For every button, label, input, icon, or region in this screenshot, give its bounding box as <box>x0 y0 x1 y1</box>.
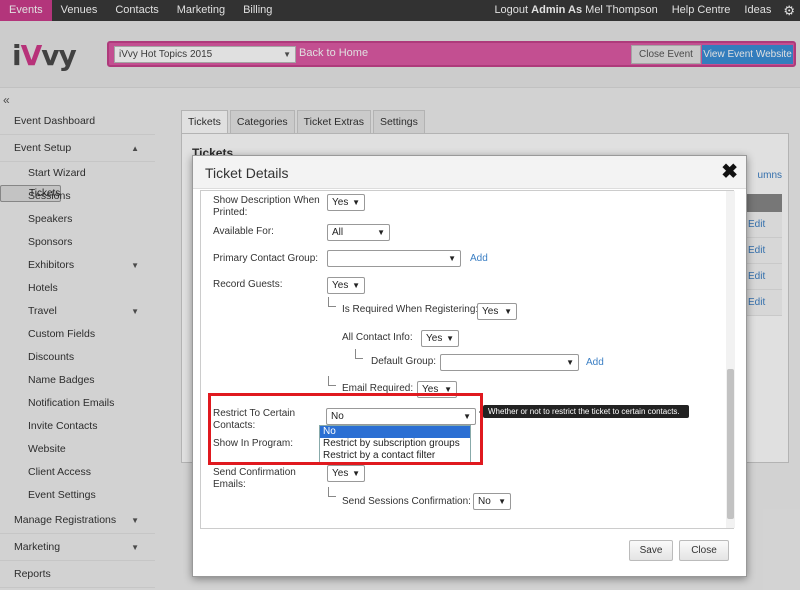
is-required-value: Yes <box>482 306 499 317</box>
modal-header: Ticket Details ✖ <box>193 156 746 189</box>
caret-down-icon: ▼ <box>352 469 360 478</box>
show-description-value: Yes <box>332 197 349 208</box>
caret-down-icon: ▼ <box>448 254 456 263</box>
save-button[interactable]: Save <box>629 540 673 561</box>
close-button[interactable]: Close <box>679 540 729 561</box>
send-sessions-confirmation-value: No <box>478 496 491 507</box>
caret-down-icon: ▼ <box>446 334 454 343</box>
all-contact-info-label: All Contact Info: <box>342 332 413 343</box>
send-confirmation-value: Yes <box>332 468 349 479</box>
close-icon[interactable]: ✖ <box>721 159 738 184</box>
all-contact-info-select[interactable]: Yes ▼ <box>421 330 459 347</box>
restrict-tooltip: Whether or not to restrict the ticket to… <box>479 405 689 418</box>
is-required-label: Is Required When Registering: <box>342 304 479 315</box>
scrollbar-thumb[interactable] <box>727 369 734 519</box>
modal-scrollbar[interactable] <box>726 191 735 528</box>
add-default-group-link[interactable]: Add <box>586 357 604 368</box>
tree-elbow-icon <box>328 376 336 386</box>
record-guests-select[interactable]: Yes ▼ <box>327 277 365 294</box>
record-guests-value: Yes <box>332 280 349 291</box>
send-sessions-confirmation-label: Send Sessions Confirmation: <box>342 496 471 507</box>
available-for-select[interactable]: All ▼ <box>327 224 390 241</box>
show-description-label: Show Description When Printed: <box>213 195 320 218</box>
record-guests-label: Record Guests: <box>213 279 283 290</box>
all-contact-info-value: Yes <box>426 333 443 344</box>
tree-elbow-icon <box>355 349 363 359</box>
default-group-label: Default Group: <box>371 356 437 367</box>
tree-elbow-icon <box>328 297 336 307</box>
modal-footer: Save Close <box>193 530 746 576</box>
highlight-box <box>208 393 483 465</box>
caret-down-icon: ▼ <box>377 228 385 237</box>
is-required-select[interactable]: Yes ▼ <box>477 303 517 320</box>
caret-down-icon: ▼ <box>566 358 574 367</box>
send-confirmation-label: Send Confirmation Emails: <box>213 467 296 490</box>
primary-contact-group-label: Primary Contact Group: <box>213 253 319 264</box>
modal-title: Ticket Details <box>205 165 289 181</box>
default-group-select[interactable]: ▼ <box>440 354 579 371</box>
add-contact-group-link[interactable]: Add <box>470 253 488 264</box>
caret-down-icon: ▼ <box>352 198 360 207</box>
available-for-value: All <box>332 227 344 238</box>
tree-elbow-icon <box>328 487 336 497</box>
modal-body: Show Description When Printed: Yes ▼ Avai… <box>200 190 734 529</box>
ticket-details-modal: Ticket Details ✖ Show Description When P… <box>192 155 747 577</box>
primary-contact-group-select[interactable]: ▼ <box>327 250 461 267</box>
caret-down-icon: ▼ <box>352 281 360 290</box>
show-description-select[interactable]: Yes ▼ <box>327 194 365 211</box>
send-sessions-confirmation-select[interactable]: No ▼ <box>473 493 511 510</box>
caret-down-icon: ▼ <box>498 497 506 506</box>
caret-down-icon: ▼ <box>504 307 512 316</box>
send-confirmation-select[interactable]: Yes ▼ <box>327 465 365 482</box>
available-for-label: Available For: <box>213 226 274 237</box>
